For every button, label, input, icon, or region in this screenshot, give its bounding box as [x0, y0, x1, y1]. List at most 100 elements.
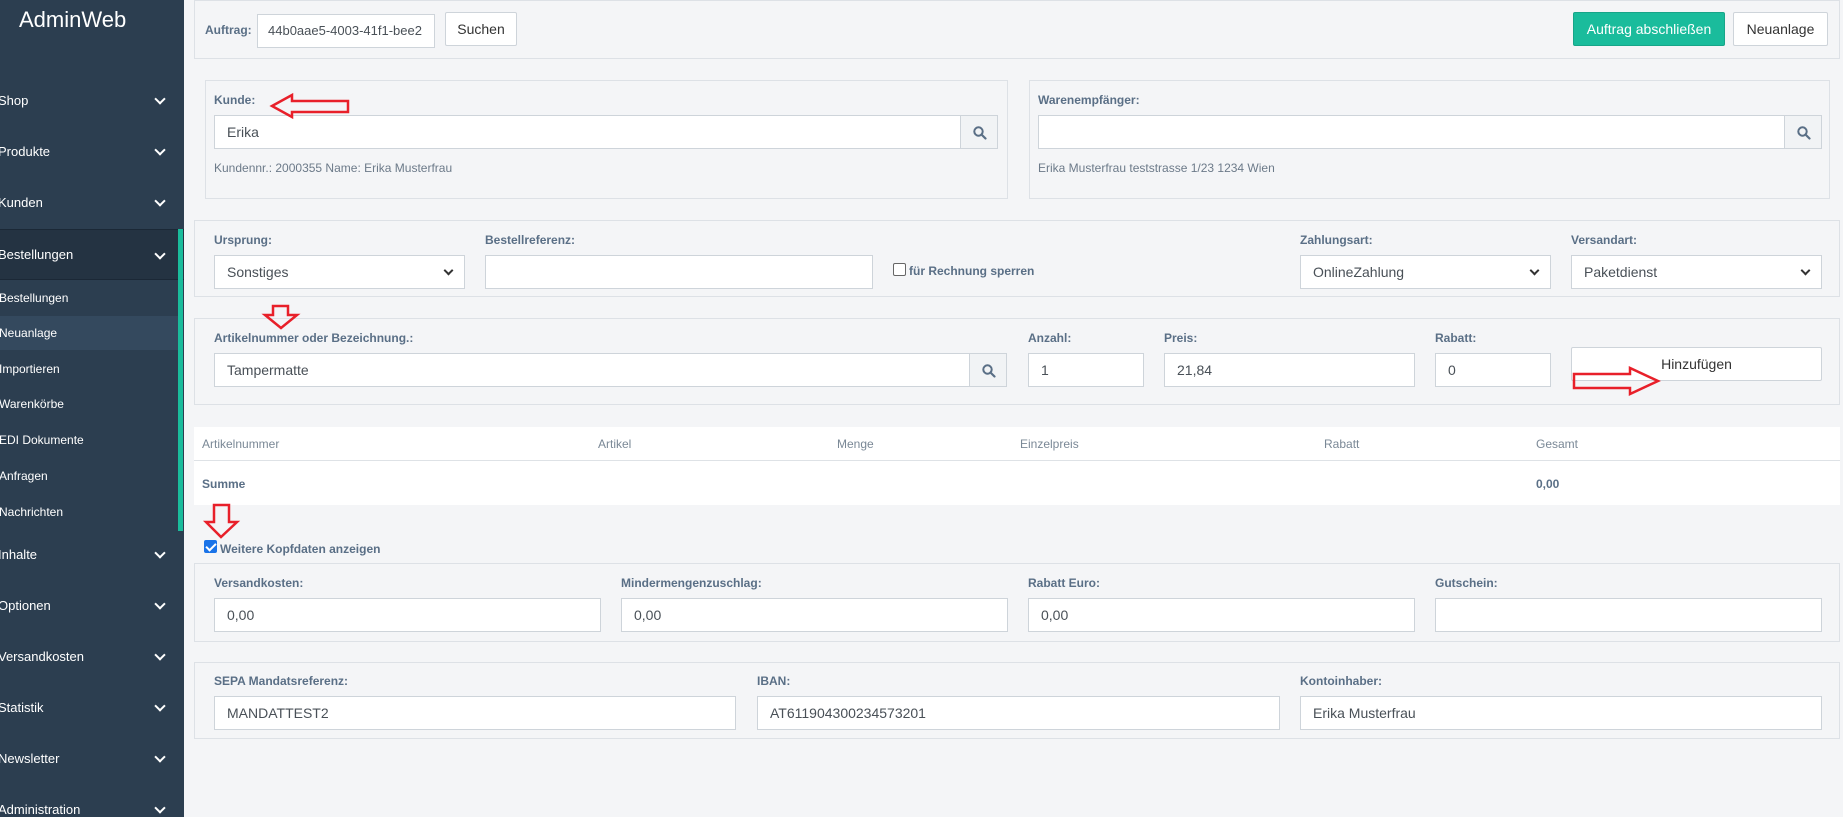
submenu-item-bestellungen[interactable]: Bestellungen [0, 281, 178, 315]
sum-value: 0,00 [1536, 477, 1560, 491]
search-icon [982, 364, 996, 378]
arrow-down-annotation [202, 503, 241, 539]
sidebar: AdminWeb Shop Produkte Kunden Bestellung… [0, 0, 184, 817]
order-items-table: Artikelnummer Artikel Menge Einzelpreis … [194, 427, 1840, 505]
chevron-down-icon [154, 649, 166, 661]
chevron-down-icon [154, 802, 166, 814]
sidebar-item-inhalte[interactable]: Inhalte [0, 529, 184, 580]
search-icon [1797, 126, 1811, 140]
submenu-item-label: Importieren [0, 362, 60, 376]
sum-label: Summe [202, 477, 246, 491]
submenu-item-importieren[interactable]: Importieren [0, 352, 178, 386]
sidebar-item-versandkosten[interactable]: Versandkosten [0, 631, 184, 682]
submenu-item-label: Warenkörbe [0, 397, 64, 411]
chevron-down-icon [154, 248, 166, 260]
min-qty-surcharge-label: Mindermengenzuschlag: [621, 576, 762, 590]
chevron-down-icon [154, 195, 166, 207]
submenu-item-label: Bestellungen [0, 291, 69, 305]
sidebar-item-label: Bestellungen [0, 247, 74, 262]
sidebar-item-label: Inhalte [0, 547, 38, 562]
more-header-checkbox[interactable] [204, 540, 217, 553]
sepa-mandate-input[interactable]: MANDATTEST2 [214, 696, 736, 730]
origin-label: Ursprung: [214, 233, 272, 247]
account-holder-input[interactable]: Erika Musterfrau [1300, 696, 1822, 730]
iban-input[interactable]: AT611904300234573201 [757, 696, 1280, 730]
reference-label: Bestellreferenz: [485, 233, 576, 247]
chevron-down-icon [154, 547, 166, 559]
sidebar-item-label: Produkte [0, 144, 51, 159]
lock-invoice-label: für Rechnung sperren [909, 264, 1035, 278]
price-input[interactable]: 21,84 [1164, 353, 1415, 387]
sepa-panel: SEPA Mandatsreferenz: MANDATTEST2 IBAN: … [194, 662, 1840, 739]
chevron-down-icon [154, 751, 166, 763]
search-icon [973, 126, 987, 140]
recipient-search-button[interactable] [1784, 115, 1822, 149]
chevron-down-icon [154, 144, 166, 156]
customer-search-button[interactable] [960, 115, 998, 149]
sidebar-item-newsletter[interactable]: Newsletter [0, 733, 184, 784]
table-header: Artikel [598, 437, 632, 451]
submenu-item-label: Anfragen [0, 469, 48, 483]
arrow-left-annotation [269, 92, 350, 120]
submenu-item-label: Neuanlage [0, 326, 58, 340]
recipient-search-input[interactable] [1038, 115, 1790, 149]
quantity-input[interactable]: 1 [1028, 353, 1144, 387]
brand-logo[interactable]: AdminWeb [19, 7, 126, 33]
customer-search-input[interactable]: Erika [214, 115, 966, 149]
submenu-item-neuanlage[interactable]: Neuanlage [0, 316, 178, 350]
account-holder-label: Kontoinhaber: [1300, 674, 1382, 688]
shipping-method-select-value: Paketdienst [1584, 264, 1658, 280]
order-search-button[interactable]: Suchen [445, 12, 517, 46]
customer-label: Kunde: [214, 93, 256, 107]
arrow-right-annotation [1572, 366, 1661, 396]
sidebar-item-bestellungen[interactable]: Bestellungen [0, 229, 184, 280]
more-header-label: Weitere Kopfdaten anzeigen [220, 542, 381, 556]
recipient-panel: Warenempfänger: Erika Musterfrau teststr… [1029, 80, 1830, 199]
header-details-panel: Versandkosten: 0,00 Mindermengenzuschlag… [194, 563, 1840, 642]
recipient-label: Warenempfänger: [1038, 93, 1140, 107]
sidebar-item-produkte[interactable]: Produkte [0, 126, 184, 177]
min-qty-surcharge-input[interactable]: 0,00 [621, 598, 1008, 632]
quantity-label: Anzahl: [1028, 331, 1072, 345]
article-search-input[interactable]: Tampermatte [214, 353, 986, 387]
order-id-input[interactable]: 44b0aae5-4003-41f1-bee2 [257, 14, 435, 48]
discount-label: Rabatt: [1435, 331, 1477, 345]
sidebar-item-kunden[interactable]: Kunden [0, 177, 184, 228]
new-order-button[interactable]: Neuanlage [1733, 12, 1828, 46]
shipping-cost-input[interactable]: 0,00 [214, 598, 601, 632]
reference-input[interactable] [485, 255, 873, 289]
order-meta-panel: Ursprung: Sonstiges Bestellreferenz: für… [194, 220, 1840, 297]
lock-invoice-checkbox[interactable] [893, 263, 906, 276]
table-header: Gesamt [1536, 437, 1579, 451]
sidebar-item-label: Newsletter [0, 751, 60, 766]
origin-select[interactable]: Sonstiges [214, 255, 465, 289]
submenu-item-edi-dokumente[interactable]: EDI Dokumente [0, 423, 178, 457]
submenu-item-nachrichten[interactable]: Nachrichten [0, 495, 178, 529]
table-header: Rabatt [1324, 437, 1360, 451]
order-label: Auftrag: [205, 23, 252, 37]
voucher-label: Gutschein: [1435, 576, 1498, 590]
chevron-down-icon [1529, 265, 1540, 276]
sidebar-item-shop[interactable]: Shop [0, 75, 184, 126]
voucher-input[interactable] [1435, 598, 1822, 632]
sepa-mandate-label: SEPA Mandatsreferenz: [214, 674, 349, 688]
arrow-down-annotation [261, 304, 301, 330]
chevron-down-icon [154, 93, 166, 105]
article-label: Artikelnummer oder Bezeichnung.: [214, 331, 414, 345]
chevron-down-icon [443, 265, 454, 276]
discount-input[interactable]: 0 [1435, 353, 1551, 387]
sidebar-item-administration[interactable]: Administration [0, 784, 184, 817]
submenu-item-warenkoerbe[interactable]: Warenkörbe [0, 387, 178, 421]
payment-select[interactable]: OnlineZahlung [1300, 255, 1551, 289]
origin-select-value: Sonstiges [227, 264, 289, 280]
sidebar-item-label: Kunden [0, 195, 43, 210]
discount-euro-input[interactable]: 0,00 [1028, 598, 1415, 632]
customer-info: Kundennr.: 2000355 Name: Erika Musterfra… [214, 161, 453, 175]
shipping-method-select[interactable]: Paketdienst [1571, 255, 1822, 289]
submenu-item-anfragen[interactable]: Anfragen [0, 459, 178, 493]
sidebar-item-optionen[interactable]: Optionen [0, 580, 184, 631]
finish-order-button[interactable]: Auftrag abschließen [1573, 12, 1725, 46]
sidebar-active-accent [178, 229, 183, 531]
sidebar-item-statistik[interactable]: Statistik [0, 682, 184, 733]
article-search-button[interactable] [969, 353, 1007, 387]
